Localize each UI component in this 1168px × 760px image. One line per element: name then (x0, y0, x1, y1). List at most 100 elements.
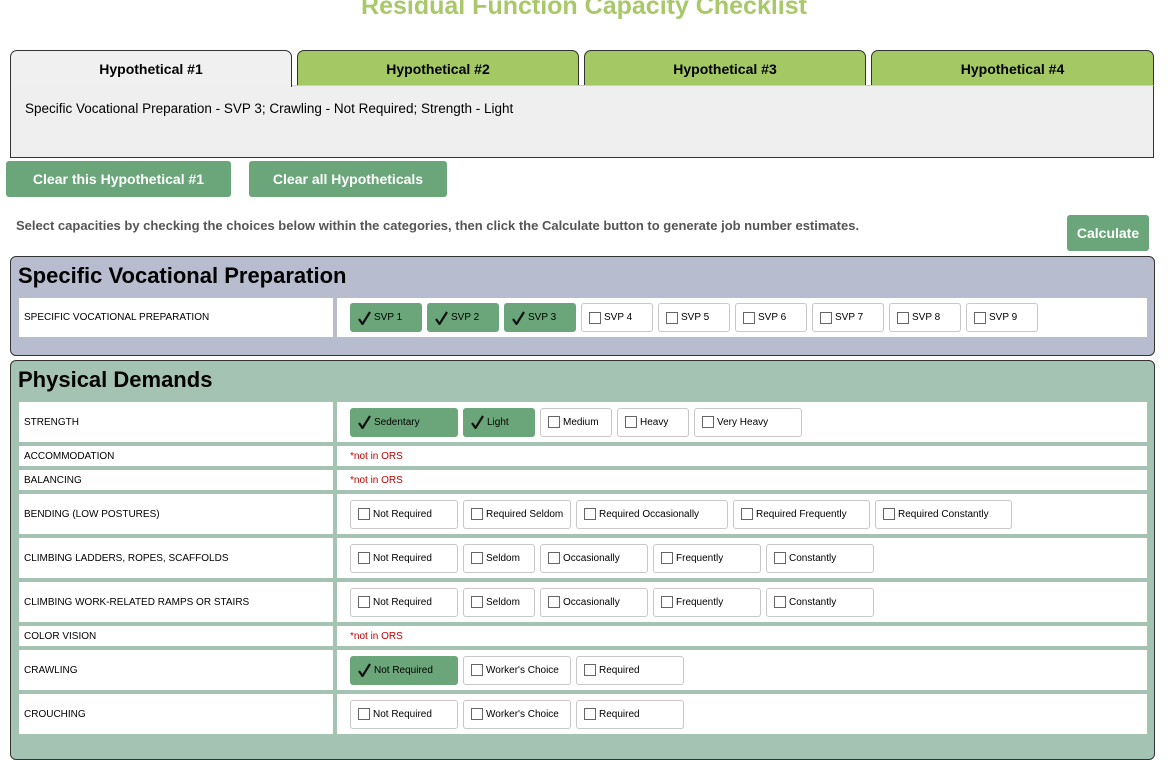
option-not-required-checkbox[interactable]: Not Required (350, 499, 458, 529)
option-not-required-checkbox[interactable]: Not Required (350, 543, 458, 573)
option-required-checkbox[interactable]: Required (576, 699, 684, 729)
checkbox-icon (471, 552, 483, 564)
option-required-constantly-checkbox[interactable]: Required Constantly (875, 499, 1012, 529)
option-label: Seldom (486, 596, 520, 608)
checkbox-icon (584, 708, 596, 720)
option-very-heavy-checkbox[interactable]: Very Heavy (694, 407, 802, 437)
option-label: Required Constantly (898, 508, 989, 520)
row-options: *not in ORS (337, 446, 1147, 466)
clear-all-hypotheticals-button[interactable]: Clear all Hypotheticals (249, 161, 447, 197)
option-occasionally-checkbox[interactable]: Occasionally (540, 543, 648, 573)
checkbox-icon (358, 596, 370, 608)
not-in-ors-note: *not in ORS (350, 450, 403, 462)
option-svp-1-checkbox[interactable]: SVP 1 (350, 303, 422, 332)
checkbox-icon (589, 311, 601, 324)
checkbox-icon (358, 708, 370, 720)
option-worker-s-choice-checkbox[interactable]: Worker's Choice (463, 655, 571, 685)
option-svp-7-checkbox[interactable]: SVP 7 (812, 303, 884, 332)
row-accommodation: ACCOMMODATION *not in ORS (19, 446, 1147, 466)
option-svp-3-checkbox[interactable]: SVP 3 (504, 303, 576, 332)
row-label: SPECIFIC VOCATIONAL PREPARATION (19, 298, 333, 337)
tab-hypothetical-1[interactable]: Hypothetical #1 (10, 50, 292, 87)
option-svp-4-checkbox[interactable]: SVP 4 (581, 303, 653, 332)
option-light-checkbox[interactable]: Light (463, 407, 535, 437)
option-label: Medium (563, 416, 599, 428)
row-options: *not in ORS (337, 626, 1147, 646)
option-required-seldom-checkbox[interactable]: Required Seldom (463, 499, 571, 529)
page-title: Residual Function Capacity Checklist (361, 0, 807, 20)
option-svp-8-checkbox[interactable]: SVP 8 (889, 303, 961, 332)
option-label: Required (599, 664, 640, 676)
option-label: Constantly (789, 552, 837, 564)
option-label: Frequently (676, 596, 724, 608)
option-svp-9-checkbox[interactable]: SVP 9 (966, 303, 1038, 332)
row-label: COLOR VISION (19, 626, 333, 646)
checkbox-icon (661, 596, 673, 608)
hypothetical-tabs: Hypothetical #1 Hypothetical #2 Hypothet… (10, 50, 1154, 87)
row-label: CLIMBING LADDERS, ROPES, SCAFFOLDS (19, 538, 333, 578)
clear-hypothetical-button[interactable]: Clear this Hypothetical #1 (6, 161, 231, 197)
option-label: Not Required (373, 508, 432, 520)
option-not-required-checkbox[interactable]: Not Required (350, 699, 458, 729)
option-medium-checkbox[interactable]: Medium (540, 407, 612, 437)
checkbox-icon (471, 508, 483, 520)
checkmark-icon (358, 415, 371, 429)
checkbox-icon (883, 508, 895, 520)
tab-hypothetical-2[interactable]: Hypothetical #2 (297, 50, 579, 86)
option-seldom-checkbox[interactable]: Seldom (463, 587, 535, 617)
calculate-button[interactable]: Calculate (1067, 215, 1149, 251)
option-frequently-checkbox[interactable]: Frequently (653, 543, 761, 573)
option-label: Heavy (640, 416, 669, 428)
option-occasionally-checkbox[interactable]: Occasionally (540, 587, 648, 617)
option-label: Sedentary (374, 416, 420, 428)
option-heavy-checkbox[interactable]: Heavy (617, 407, 689, 437)
row-label: CRAWLING (19, 650, 333, 690)
checkbox-icon (661, 552, 673, 564)
option-label: SVP 9 (989, 312, 1018, 323)
option-not-required-checkbox[interactable]: Not Required (350, 655, 458, 685)
checkmark-icon (471, 415, 484, 429)
option-sedentary-checkbox[interactable]: Sedentary (350, 407, 458, 437)
svp-section: Specific Vocational Preparation SPECIFIC… (10, 256, 1155, 356)
row-options: *not in ORS (337, 470, 1147, 490)
row-svp: SPECIFIC VOCATIONAL PREPARATION SVP 1 SVP… (19, 298, 1147, 337)
option-required-checkbox[interactable]: Required (576, 655, 684, 685)
row-label: CROUCHING (19, 694, 333, 734)
option-worker-s-choice-checkbox[interactable]: Worker's Choice (463, 699, 571, 729)
option-not-required-checkbox[interactable]: Not Required (350, 587, 458, 617)
checkbox-icon (702, 416, 714, 428)
option-seldom-checkbox[interactable]: Seldom (463, 543, 535, 573)
checkbox-icon (584, 664, 596, 676)
row-strength: STRENGTH Sedentary Light Medium Heavy Very H… (19, 402, 1147, 442)
row-label: BALANCING (19, 470, 333, 490)
option-required-frequently-checkbox[interactable]: Required Frequently (733, 499, 870, 529)
option-svp-5-checkbox[interactable]: SVP 5 (658, 303, 730, 332)
option-label: Seldom (486, 552, 520, 564)
checkbox-icon (743, 311, 755, 324)
checkbox-icon (584, 508, 596, 520)
option-svp-2-checkbox[interactable]: SVP 2 (427, 303, 499, 332)
option-svp-6-checkbox[interactable]: SVP 6 (735, 303, 807, 332)
option-label: Not Required (373, 708, 432, 720)
checkmark-icon (435, 310, 448, 325)
checkbox-icon (471, 596, 483, 608)
row-options: Not Required Seldom Occasionally Frequently… (337, 582, 1147, 622)
option-label: Very Heavy (717, 416, 769, 428)
row-options: SVP 1 SVP 2 SVP 3 SVP 4 SVP 5 SVP 6 SVP 7 SVP 8… (337, 298, 1147, 337)
option-constantly-checkbox[interactable]: Constantly (766, 587, 874, 617)
row-label: BENDING (LOW POSTURES) (19, 494, 333, 534)
hypothetical-summary: Specific Vocational Preparation - SVP 3;… (25, 101, 514, 116)
option-constantly-checkbox[interactable]: Constantly (766, 543, 874, 573)
tab-hypothetical-4[interactable]: Hypothetical #4 (871, 50, 1154, 86)
checkbox-icon (358, 552, 370, 564)
tab-hypothetical-3[interactable]: Hypothetical #3 (584, 50, 866, 86)
option-label: SVP 4 (604, 312, 633, 323)
row-options: Not Required Worker's Choice Required (337, 694, 1147, 734)
option-frequently-checkbox[interactable]: Frequently (653, 587, 761, 617)
option-required-occasionally-checkbox[interactable]: Required Occasionally (576, 499, 728, 529)
row-label: CLIMBING WORK-RELATED RAMPS OR STAIRS (19, 582, 333, 622)
checkbox-icon (471, 708, 483, 720)
checkbox-icon (548, 416, 560, 428)
option-label: Frequently (676, 552, 724, 564)
row-options: Not Required Seldom Occasionally Frequently… (337, 538, 1147, 578)
